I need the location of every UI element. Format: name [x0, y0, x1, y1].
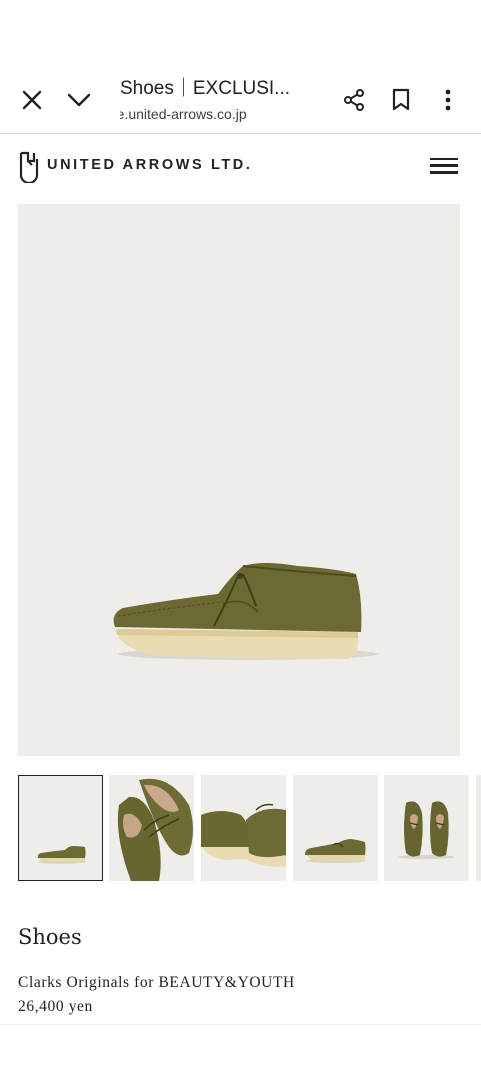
- more-vert-icon[interactable]: [428, 80, 468, 120]
- share-icon[interactable]: [334, 80, 374, 120]
- thumbnail-3[interactable]: [201, 775, 286, 881]
- chevron-down-icon[interactable]: [59, 80, 99, 120]
- brand-logo-icon[interactable]: [18, 149, 40, 188]
- brand-logo-text[interactable]: UNITED ARROWS LTD.: [47, 157, 252, 173]
- thumbnail-strip: [18, 775, 481, 882]
- thumbnail-1[interactable]: [18, 775, 103, 881]
- thumbnail-2[interactable]: [109, 775, 194, 881]
- page-title: Shoes｜EXCLUSI...: [120, 78, 291, 99]
- thumbnail-6[interactable]: [476, 775, 481, 881]
- page-title-block[interactable]: Shoes｜EXCLUSI... re.united-arrows.co.jp: [120, 74, 320, 124]
- page-url: re.united-arrows.co.jp: [120, 106, 247, 122]
- browser-toolbar: Shoes｜EXCLUSI... re.united-arrows.co.jp: [0, 62, 481, 134]
- bookmark-icon[interactable]: [381, 80, 421, 120]
- product-category: Shoes: [18, 925, 82, 949]
- product-price: 26,400 yen: [18, 998, 93, 1015]
- product-main-image[interactable]: [18, 204, 460, 756]
- close-icon[interactable]: [12, 80, 52, 120]
- hamburger-menu-icon[interactable]: [426, 153, 462, 181]
- site-header: UNITED ARROWS LTD.: [0, 135, 481, 199]
- divider: [0, 1024, 481, 1025]
- thumbnail-4[interactable]: [293, 775, 378, 881]
- product-name: Clarks Originals for BEAUTY&YOUTH: [18, 974, 295, 991]
- thumbnail-5[interactable]: [384, 775, 469, 881]
